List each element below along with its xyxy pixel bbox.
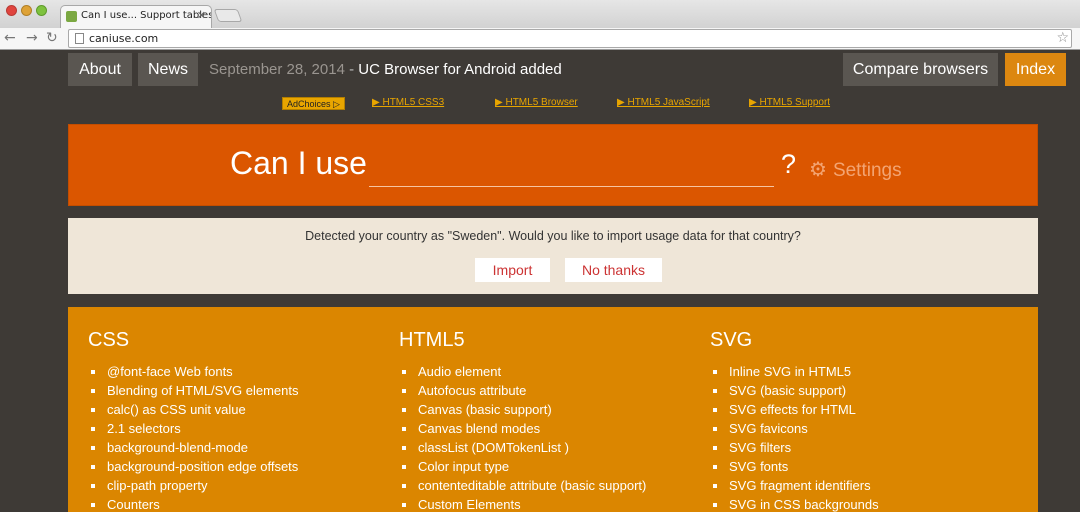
svg-column: SVG Inline SVG in HTML5 SVG (basic suppo… [710, 329, 879, 512]
ad-link-html5-browser[interactable]: ▶ HTML5 Browser [495, 97, 578, 108]
window-close-button[interactable] [6, 5, 17, 16]
no-thanks-button[interactable]: No thanks [565, 258, 662, 282]
feature-link[interactable]: Custom Elements [399, 495, 646, 512]
country-detection-notice: Detected your country as "Sweden". Would… [68, 218, 1038, 294]
css-heading[interactable]: CSS [88, 329, 298, 352]
url-text: caniuse.com [89, 32, 159, 45]
address-bar[interactable]: caniuse.com ☆ [68, 29, 1072, 48]
ad-link-html5-support[interactable]: ▶ HTML5 Support [749, 97, 830, 108]
caniuse-favicon-icon [66, 11, 77, 22]
feature-link[interactable]: clip-path property [88, 476, 298, 495]
feature-link[interactable]: Blending of HTML/SVG elements [88, 381, 298, 400]
feature-link[interactable]: Counters [88, 495, 298, 512]
tab-close-icon[interactable]: ✕ [197, 6, 206, 26]
feature-link[interactable]: Canvas blend modes [399, 419, 646, 438]
css-column: CSS @font-face Web fonts Blending of HTM… [88, 329, 298, 512]
feature-link[interactable]: Autofocus attribute [399, 381, 646, 400]
news-separator: - [344, 61, 359, 78]
feature-link[interactable]: @font-face Web fonts [88, 362, 298, 381]
browser-toolbar: ← → ↻ caniuse.com ☆ [0, 28, 1080, 50]
nav-about-button[interactable]: About [68, 53, 132, 86]
feature-link[interactable]: background-position edge offsets [88, 457, 298, 476]
ad-link-html5-javascript[interactable]: ▶ HTML5 JavaScript [617, 97, 710, 108]
back-arrow-icon[interactable]: ← [4, 30, 16, 46]
notice-message: Detected your country as "Sweden". Would… [305, 229, 801, 243]
feature-link[interactable]: calc() as CSS unit value [88, 400, 298, 419]
feature-link[interactable]: Audio element [399, 362, 646, 381]
feature-index-panel: CSS @font-face Web fonts Blending of HTM… [68, 307, 1038, 512]
feature-link[interactable]: Color input type [399, 457, 646, 476]
search-header: Can I use ? ⚙ Settings [68, 124, 1038, 206]
ad-link-html5-css3[interactable]: ▶ HTML5 CSS3 [372, 97, 444, 108]
index-button[interactable]: Index [1005, 53, 1066, 86]
settings-label: Settings [832, 160, 902, 181]
feature-link[interactable]: Canvas (basic support) [399, 400, 646, 419]
feature-link[interactable]: SVG effects for HTML [710, 400, 879, 419]
feature-link[interactable]: 2.1 selectors [88, 419, 298, 438]
adchoices-badge[interactable]: AdChoices ▷ [282, 97, 345, 110]
gear-icon: ⚙ [809, 159, 827, 181]
feature-link[interactable]: classList (DOMTokenList ) [399, 438, 646, 457]
nav-news-button[interactable]: News [138, 53, 198, 86]
svg-heading[interactable]: SVG [710, 329, 879, 352]
feature-link[interactable]: contenteditable attribute (basic support… [399, 476, 646, 495]
browser-tab-bar: Can I use... Support tables ✕ [0, 0, 1080, 28]
feature-link[interactable]: background-blend-mode [88, 438, 298, 457]
html5-heading[interactable]: HTML5 [399, 329, 646, 352]
site-nav: About News September 28, 2014 - UC Brows… [0, 51, 1080, 87]
news-headline[interactable]: UC Browser for Android added [358, 61, 561, 78]
question-mark: ? [781, 149, 797, 179]
settings-link[interactable]: ⚙ Settings [809, 157, 902, 182]
feature-link[interactable]: SVG favicons [710, 419, 879, 438]
page-icon [75, 33, 84, 44]
feature-link[interactable]: Inline SVG in HTML5 [710, 362, 879, 381]
news-date: September 28, 2014 [209, 61, 345, 78]
feature-link[interactable]: SVG in CSS backgrounds [710, 495, 879, 512]
bookmark-star-icon[interactable]: ☆ [1056, 30, 1069, 47]
window-maximize-button[interactable] [36, 5, 47, 16]
window-minimize-button[interactable] [21, 5, 32, 16]
compare-browsers-button[interactable]: Compare browsers [843, 53, 998, 86]
import-button[interactable]: Import [475, 258, 550, 282]
feature-link[interactable]: SVG fragment identifiers [710, 476, 879, 495]
browser-tab[interactable]: Can I use... Support tables ✕ [60, 5, 212, 28]
feature-link[interactable]: SVG fonts [710, 457, 879, 476]
news-ticker: September 28, 2014 - UC Browser for Andr… [209, 53, 562, 86]
html5-column: HTML5 Audio element Autofocus attribute … [399, 329, 646, 512]
feature-search-input[interactable] [369, 149, 774, 187]
new-tab-button[interactable] [213, 9, 243, 22]
ad-links-bar: AdChoices ▷ ▶ HTML5 CSS3 ▶ HTML5 Browser… [0, 96, 1080, 112]
forward-arrow-icon[interactable]: → [26, 30, 38, 46]
can-i-use-heading: Can I use [230, 145, 367, 181]
feature-link[interactable]: SVG filters [710, 438, 879, 457]
tab-title: Can I use... Support tables [81, 10, 212, 21]
feature-link[interactable]: SVG (basic support) [710, 381, 879, 400]
reload-icon[interactable]: ↻ [46, 30, 58, 46]
